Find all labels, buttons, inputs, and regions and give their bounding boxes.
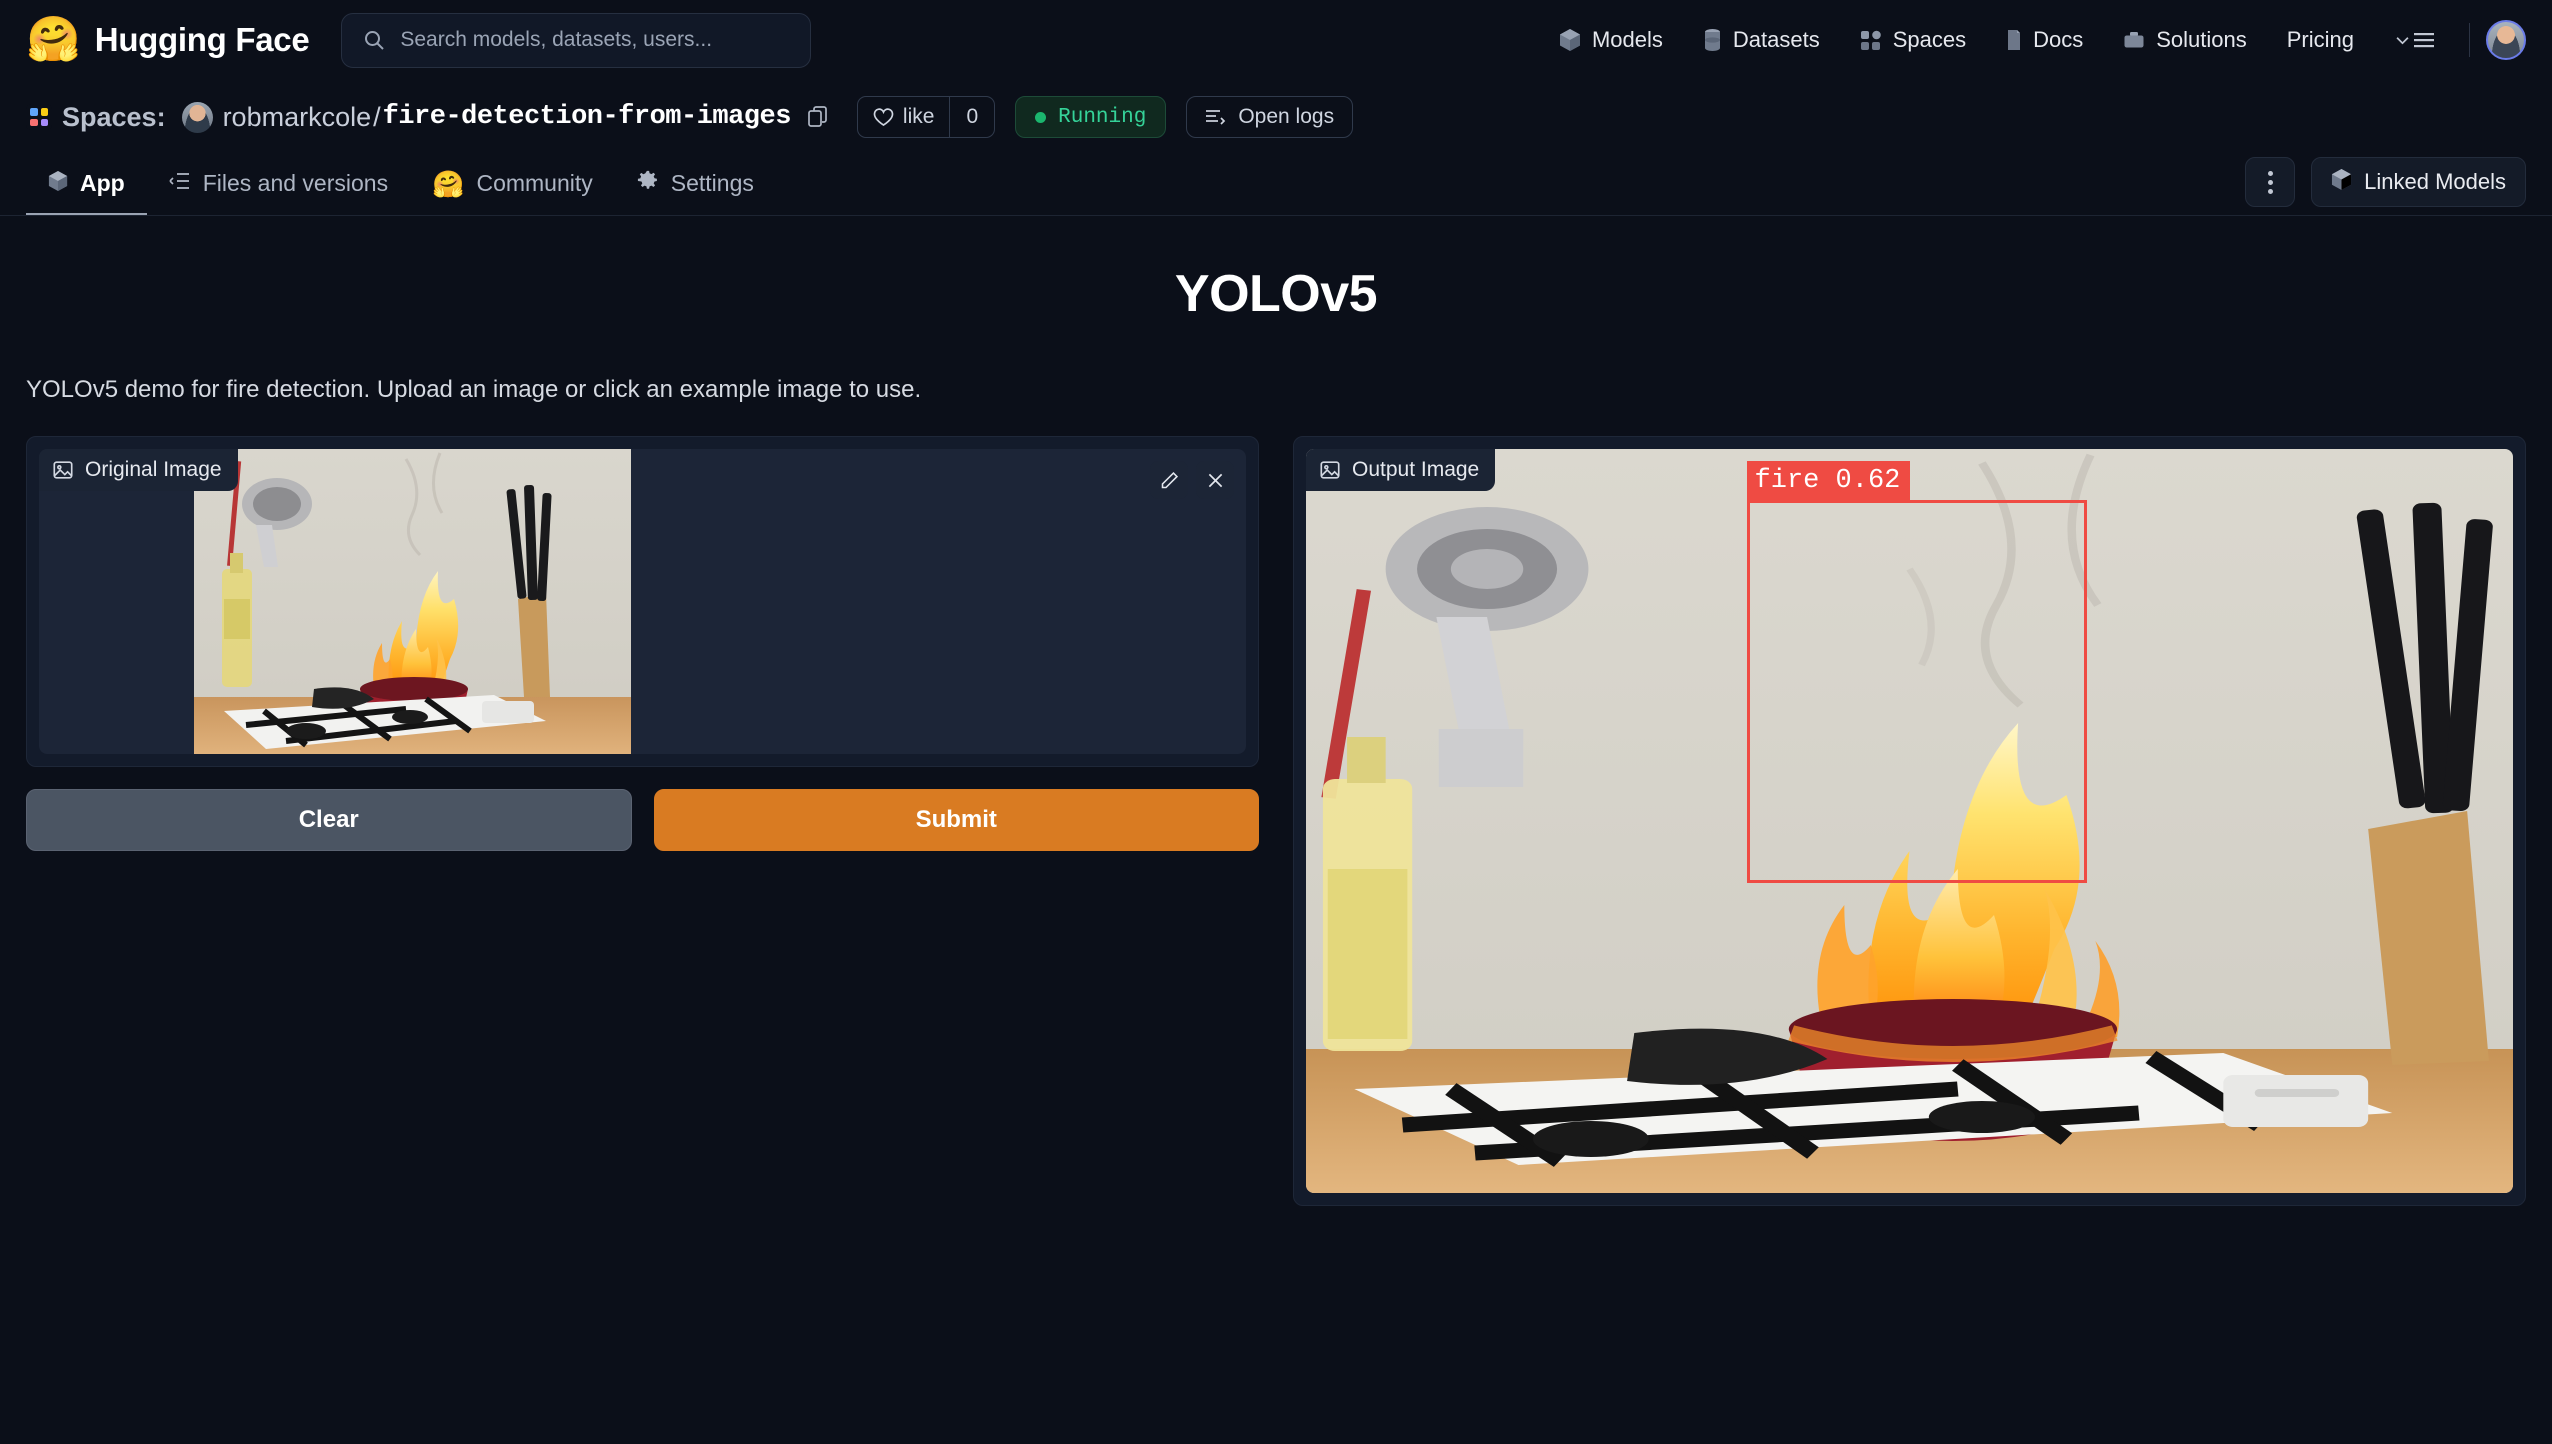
top-navigation-bar: 🤗 Hugging Face Search models, datasets, … xyxy=(0,0,2552,80)
tab-files-label: Files and versions xyxy=(202,170,389,196)
repo-header: Spaces: robmarkcole / fire-detection-fro… xyxy=(0,80,2552,154)
owner-avatar[interactable] xyxy=(181,101,213,133)
status-badge-label: Running xyxy=(1058,105,1147,129)
status-dot-icon xyxy=(1035,111,1047,123)
pencil-icon[interactable] xyxy=(1150,461,1188,499)
output-panel: Output Image fire 0.62 xyxy=(1293,436,2526,1206)
nav-link-spaces[interactable]: Spaces xyxy=(1840,27,1986,53)
search-icon xyxy=(365,31,385,50)
like-button-group[interactable]: like 0 xyxy=(856,96,996,138)
hugging-face-emoji-icon: 🤗 xyxy=(26,15,81,64)
brand-name-label: Hugging Face xyxy=(94,21,310,58)
app-description: YOLOv5 demo for fire detection. Upload a… xyxy=(26,376,922,403)
nav-divider xyxy=(2469,23,2470,57)
original-image-tag-label: Original Image xyxy=(85,458,222,481)
original-image-tag: Original Image xyxy=(39,449,238,491)
logs-icon xyxy=(1206,110,1226,125)
nav-more-menu-button[interactable] xyxy=(2374,31,2453,49)
clear-button[interactable]: Clear xyxy=(26,789,632,851)
breadcrumb-section-label: Spaces: xyxy=(62,101,166,132)
input-column: Original Image Clear Submit xyxy=(26,436,1259,1206)
image-icon xyxy=(53,461,73,479)
nav-link-solutions[interactable]: Solutions xyxy=(2103,27,2267,53)
search-placeholder-text: Search models, datasets, users... xyxy=(400,28,713,51)
tab-community-label: Community xyxy=(476,170,593,196)
detection-bounding-box: fire 0.62 xyxy=(1746,461,2087,884)
breadcrumb-separator: / xyxy=(373,101,381,132)
image-actions xyxy=(1150,461,1234,499)
output-column: Output Image fire 0.62 xyxy=(1293,436,2526,1206)
nav-link-pricing-label: Pricing xyxy=(2286,27,2354,52)
breadcrumb-repo-name[interactable]: fire-detection-from-images xyxy=(383,102,792,132)
nav-link-pricing[interactable]: Pricing xyxy=(2267,27,2374,53)
chevron-down-icon xyxy=(2396,36,2409,44)
open-logs-label: Open logs xyxy=(1238,105,1335,128)
cube-icon xyxy=(2331,168,2352,197)
search-input[interactable]: Search models, datasets, users... xyxy=(341,12,812,68)
tab-settings-label: Settings xyxy=(670,170,754,196)
tab-app-label: App xyxy=(80,170,125,196)
like-button[interactable]: like xyxy=(858,97,950,137)
grid-icon xyxy=(1860,28,1882,52)
output-image-tag: Output Image xyxy=(1306,449,1496,491)
nav-link-models-label: Models xyxy=(1591,27,1663,52)
tab-settings[interactable]: Settings xyxy=(615,154,776,216)
nav-link-docs[interactable]: Docs xyxy=(1986,27,2103,53)
tab-app[interactable]: App xyxy=(26,154,147,216)
tab-files-and-versions[interactable]: Files and versions xyxy=(147,154,410,216)
close-icon[interactable] xyxy=(1196,461,1234,499)
app-columns: Original Image Clear Submit Output Image… xyxy=(26,436,2526,1206)
nav-link-models[interactable]: Models xyxy=(1539,27,1683,53)
like-button-label: like xyxy=(902,105,935,128)
nav-link-spaces-label: Spaces xyxy=(1892,27,1967,52)
nav-link-solutions-label: Solutions xyxy=(2156,27,2247,52)
tab-community[interactable]: 🤗 Community xyxy=(410,154,615,216)
briefcase-icon xyxy=(2123,28,2145,52)
status-badge: Running xyxy=(1015,96,1167,138)
gear-icon xyxy=(637,170,659,198)
original-image-stage xyxy=(39,449,1246,754)
hugging-face-emoji-icon: 🤗 xyxy=(432,168,465,199)
heart-icon xyxy=(873,107,894,126)
linked-models-label: Linked Models xyxy=(2364,169,2506,194)
action-buttons: Clear Submit xyxy=(26,789,1259,851)
nav-link-datasets-label: Datasets xyxy=(1732,27,1820,52)
detection-label: fire 0.62 xyxy=(1746,461,1911,504)
database-icon xyxy=(1703,28,1722,52)
gradio-app: YOLOv5 YOLOv5 demo for fire detection. U… xyxy=(0,216,2552,1206)
files-icon xyxy=(169,170,191,197)
output-image-container[interactable]: Output Image fire 0.62 xyxy=(1306,449,2513,1193)
kebab-menu-icon[interactable] xyxy=(2245,157,2296,207)
brand-home-link[interactable]: 🤗 Hugging Face xyxy=(26,15,310,64)
cube-icon xyxy=(48,170,68,198)
breadcrumb-owner-link[interactable]: robmarkcole xyxy=(223,102,372,133)
book-icon xyxy=(2006,28,2022,52)
cube-icon xyxy=(1559,28,1581,52)
submit-button[interactable]: Submit xyxy=(653,789,1259,851)
tabs-underline xyxy=(0,215,2552,216)
hamburger-icon xyxy=(2414,33,2434,48)
like-count: 0 xyxy=(949,97,994,137)
nav-link-docs-label: Docs xyxy=(2033,27,2084,52)
open-logs-button[interactable]: Open logs xyxy=(1186,96,1354,138)
user-avatar[interactable] xyxy=(2486,20,2526,60)
breadcrumb: Spaces: robmarkcole / fire-detection-fro… xyxy=(26,80,2526,154)
image-icon xyxy=(1320,461,1340,479)
output-image-tag-label: Output Image xyxy=(1352,458,1480,481)
nav-link-datasets[interactable]: Datasets xyxy=(1683,27,1840,53)
copy-icon[interactable] xyxy=(805,104,831,130)
repo-tabs: App Files and versions 🤗 Community Setti… xyxy=(0,154,2552,216)
original-image-container[interactable]: Original Image xyxy=(39,449,1246,754)
linked-models-button[interactable]: Linked Models xyxy=(2311,157,2526,207)
original-image xyxy=(194,449,631,754)
primary-nav-links: Models Datasets Spaces Docs Solutions Pr… xyxy=(1539,20,2526,60)
page-title: YOLOv5 xyxy=(1174,265,1378,323)
spaces-icon xyxy=(26,104,52,130)
input-panel: Original Image xyxy=(26,436,1259,767)
